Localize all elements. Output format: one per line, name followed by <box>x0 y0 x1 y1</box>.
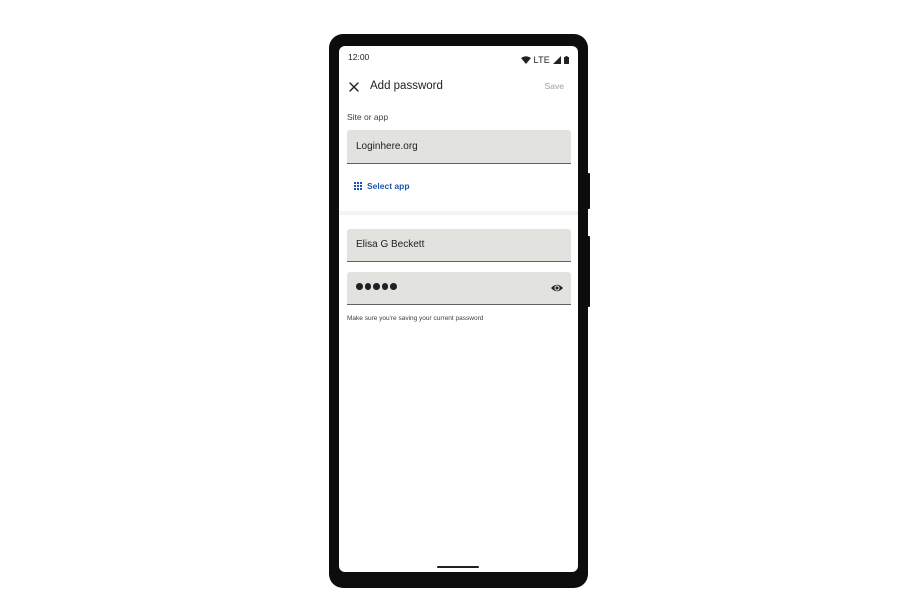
wifi-icon <box>520 51 531 69</box>
password-dot <box>356 283 363 290</box>
password-input[interactable] <box>347 272 571 305</box>
battery-icon <box>564 51 569 69</box>
password-dot <box>364 283 371 290</box>
status-time: 12:00 <box>348 52 370 62</box>
username-input[interactable]: Elisa G Beckett <box>347 229 571 262</box>
username-input-value: Elisa G Beckett <box>356 239 425 250</box>
cell-signal-icon <box>553 51 561 69</box>
site-input[interactable]: Loginhere.org <box>347 130 571 164</box>
password-dot <box>373 283 380 290</box>
power-button <box>587 173 590 209</box>
phone-screen: 12:00 LTE Add password Save Site or app … <box>339 46 578 572</box>
password-dot <box>381 283 388 290</box>
section-divider <box>339 211 578 215</box>
page-title: Add password <box>370 80 443 92</box>
top-app-bar: Add password Save <box>339 74 578 100</box>
home-indicator[interactable] <box>437 566 479 568</box>
password-masked-value <box>356 283 397 290</box>
status-icons: LTE <box>520 51 569 69</box>
password-hint-text: Make sure you're saving your current pas… <box>347 315 484 322</box>
volume-button <box>587 236 590 307</box>
close-button[interactable] <box>345 78 363 96</box>
show-password-toggle[interactable] <box>550 281 564 295</box>
eye-icon <box>551 284 563 292</box>
select-app-button[interactable]: Select app <box>354 181 410 191</box>
password-dot <box>390 283 397 290</box>
site-or-app-label: Site or app <box>347 112 389 122</box>
site-input-value: Loginhere.org <box>356 141 418 152</box>
status-bar: 12:00 LTE <box>339 46 578 68</box>
network-type-label: LTE <box>533 55 550 65</box>
select-app-label: Select app <box>367 181 410 191</box>
save-button[interactable]: Save <box>545 81 564 91</box>
grid-apps-icon <box>354 182 362 190</box>
close-icon <box>349 82 359 92</box>
